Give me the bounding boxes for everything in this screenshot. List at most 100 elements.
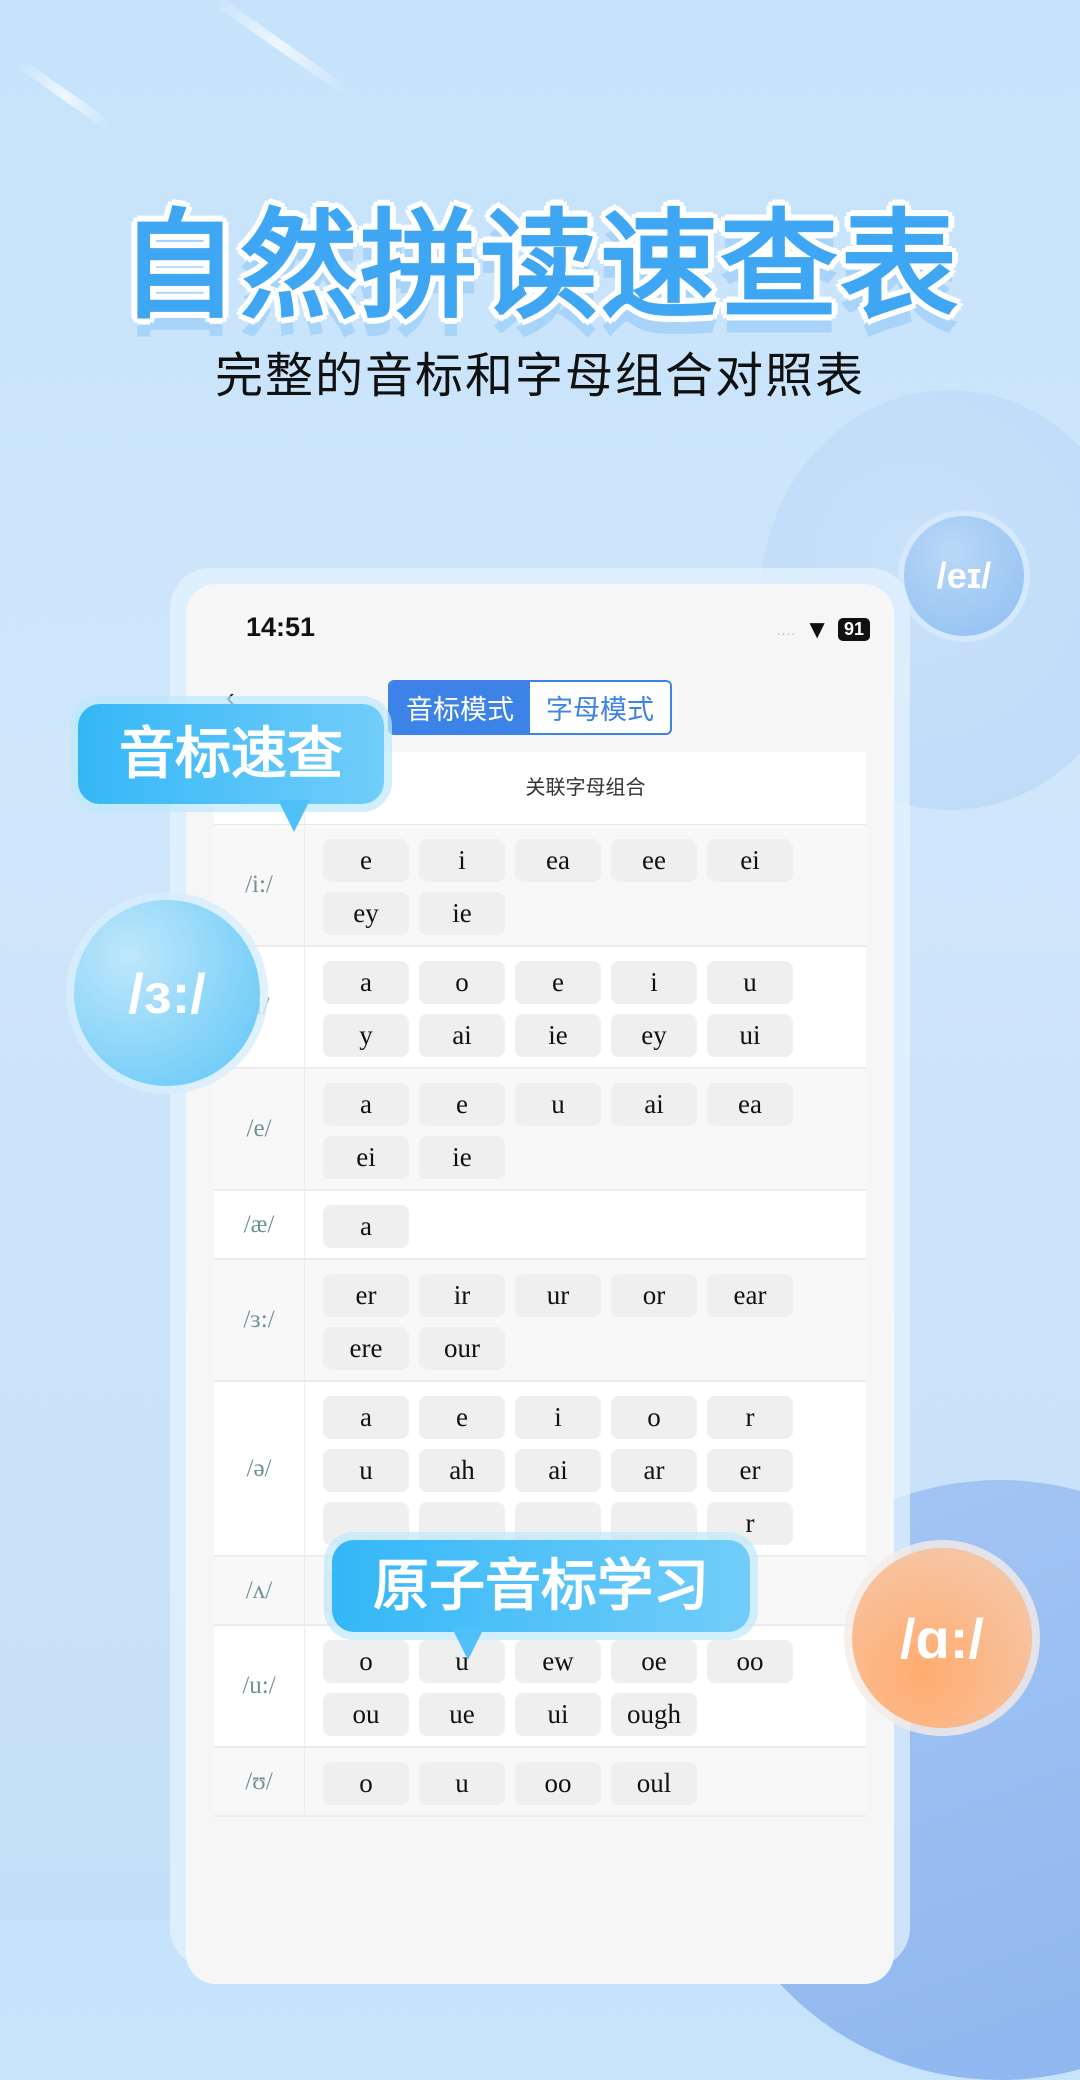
letter-combo-chip[interactable]: ew <box>515 1640 601 1683</box>
letter-combo-chip[interactable]: ea <box>515 839 601 882</box>
signal-icon: .... <box>776 621 797 638</box>
floating-symbol-er: /ɜ:/ <box>74 900 260 1086</box>
letter-combo-chip[interactable]: o <box>323 1762 409 1805</box>
letter-combo-chip[interactable]: r <box>707 1502 793 1545</box>
table-row: /ə/a e i o r u ah ai ar er r <box>214 1382 866 1557</box>
letter-combo-chip[interactable]: ai <box>611 1083 697 1126</box>
letter-combo-chip[interactable]: ar <box>611 1449 697 1492</box>
letter-combo-chip[interactable]: e <box>323 839 409 882</box>
letter-combo-chip[interactable]: u <box>515 1083 601 1126</box>
letter-combo-chip[interactable]: ah <box>419 1449 505 1492</box>
phoneme-label[interactable]: /ɜ:/ <box>214 1260 305 1380</box>
letter-combo-chip[interactable]: oe <box>611 1640 697 1683</box>
banner-subtitle: 完整的音标和字母组合对照表 <box>214 350 865 403</box>
letter-combo-chip[interactable]: a <box>323 961 409 1004</box>
letter-combo-chip[interactable] <box>323 1502 409 1545</box>
letter-combo-chip[interactable]: y <box>323 1014 409 1057</box>
letter-combo-chip[interactable]: ea <box>707 1083 793 1126</box>
table-row: /i:/e i ea ee ei ey ie <box>214 825 866 947</box>
letter-combo-chip[interactable] <box>419 1502 505 1545</box>
light-streak <box>17 59 113 131</box>
letter-combo-chip[interactable]: a <box>323 1205 409 1248</box>
tab-phonetic-mode[interactable]: 音标模式 <box>390 682 530 733</box>
letter-combo-chip[interactable]: ie <box>419 1136 505 1179</box>
letter-combo-list: o u oo oul <box>305 1748 866 1815</box>
letter-combo-chip[interactable]: er <box>323 1274 409 1317</box>
letter-combo-chip[interactable]: e <box>419 1396 505 1439</box>
letter-combo-chip[interactable]: oo <box>515 1762 601 1805</box>
status-indicators: .... ▼ 91 <box>777 614 870 645</box>
letter-combo-chip[interactable]: ee <box>611 839 697 882</box>
letter-combo-chip[interactable]: ie <box>515 1014 601 1057</box>
letter-combo-chip[interactable]: u <box>707 961 793 1004</box>
status-time: 14:51 <box>246 612 316 642</box>
floating-symbol-ei: /eɪ/ <box>904 516 1024 636</box>
phoneme-label[interactable]: /æ/ <box>214 1191 305 1258</box>
phoneme-label[interactable]: /ʌ/ <box>214 1557 305 1624</box>
letter-combo-chip[interactable]: our <box>419 1327 505 1370</box>
callout-label: 原子音标学习 <box>373 1554 709 1617</box>
letter-combo-chip[interactable]: ui <box>707 1014 793 1057</box>
letter-combo-chip[interactable]: o <box>323 1640 409 1683</box>
letter-combo-chip[interactable]: r <box>707 1396 793 1439</box>
phoneme-label[interactable]: /e/ <box>214 1069 305 1189</box>
table-row: /e/a e u ai ea ei ie <box>214 1069 866 1191</box>
phoneme-label[interactable]: /ə/ <box>214 1382 305 1555</box>
letter-combo-chip[interactable]: ere <box>323 1327 409 1370</box>
letter-combo-chip[interactable]: u <box>323 1449 409 1492</box>
banner-title: 自然拼读速查表 <box>119 201 960 333</box>
letter-combo-chip[interactable]: ou <box>323 1693 409 1736</box>
letter-combo-list: o u ew oe oo ou ue ui ough <box>305 1626 866 1746</box>
letter-combo-chip[interactable]: ir <box>419 1274 505 1317</box>
table-row: /æ/a <box>214 1191 866 1260</box>
letter-combo-chip[interactable]: ur <box>515 1274 601 1317</box>
letter-combo-list: e i ea ee ei ey ie <box>305 825 866 945</box>
phoneme-label[interactable]: /u:/ <box>214 1626 305 1746</box>
letter-combo-list: er ir ur or ear ere our <box>305 1260 866 1380</box>
letter-combo-chip[interactable]: i <box>419 839 505 882</box>
phoneme-label[interactable]: /ʊ/ <box>214 1748 305 1815</box>
letter-combo-chip[interactable]: or <box>611 1274 697 1317</box>
letter-combo-chip[interactable]: er <box>707 1449 793 1492</box>
callout-label: 音标速查 <box>119 722 343 785</box>
letter-combo-chip[interactable]: ui <box>515 1693 601 1736</box>
table-row: /ɪ/aoeiuyaiieeyui <box>214 947 866 1069</box>
callout-tail <box>278 800 310 832</box>
table-row: /u:/o u ew oe oo ou ue ui ough <box>214 1626 866 1748</box>
wifi-icon: ▼ <box>804 614 830 644</box>
letter-combo-chip[interactable]: ue <box>419 1693 505 1736</box>
header-letter-combos: 关联字母组合 <box>525 777 646 799</box>
table-row: /ʊ/o u oo oul <box>214 1748 866 1817</box>
letter-combo-chip[interactable]: ai <box>419 1014 505 1057</box>
letter-combo-chip[interactable]: ey <box>611 1014 697 1057</box>
letter-combo-chip[interactable]: e <box>419 1083 505 1126</box>
letter-combo-list: a e u ai ea ei ie <box>305 1069 866 1189</box>
letter-combo-chip[interactable]: o <box>419 961 505 1004</box>
letter-combo-list: a <box>305 1191 866 1258</box>
letter-combo-chip[interactable]: ough <box>611 1693 697 1736</box>
callout-quick-lookup: 音标速查 <box>78 704 384 832</box>
letter-combo-chip[interactable]: ear <box>707 1274 793 1317</box>
letter-combo-chip[interactable]: oo <box>707 1640 793 1683</box>
letter-combo-chip[interactable]: ai <box>515 1449 601 1492</box>
letter-combo-chip[interactable] <box>611 1502 697 1545</box>
letter-combo-chip[interactable]: ey <box>323 892 409 935</box>
tab-letter-mode[interactable]: 字母模式 <box>530 682 670 733</box>
letter-combo-chip[interactable]: a <box>323 1083 409 1126</box>
letter-combo-chip[interactable]: e <box>515 961 601 1004</box>
letter-combo-chip[interactable]: i <box>515 1396 601 1439</box>
floating-symbol-a: /ɑ:/ <box>852 1548 1032 1728</box>
letter-combo-chip[interactable]: oul <box>611 1762 697 1805</box>
letter-combo-chip[interactable]: i <box>611 961 697 1004</box>
battery-icon: 91 <box>837 618 870 641</box>
letter-combo-chip[interactable]: ei <box>323 1136 409 1179</box>
letter-combo-chip[interactable]: ie <box>419 892 505 935</box>
letter-combo-chip[interactable]: u <box>419 1762 505 1805</box>
letter-combo-chip[interactable]: o <box>611 1396 697 1439</box>
letter-combo-chip[interactable]: a <box>323 1396 409 1439</box>
light-streak <box>211 0 349 95</box>
letter-combo-chip[interactable]: ei <box>707 839 793 882</box>
table-row: /ɜ:/ er ir ur or ear ere our <box>214 1260 866 1382</box>
letter-combo-chip[interactable] <box>515 1502 601 1545</box>
letter-combo-list: a e i o r u ah ai ar er r <box>305 1382 866 1555</box>
